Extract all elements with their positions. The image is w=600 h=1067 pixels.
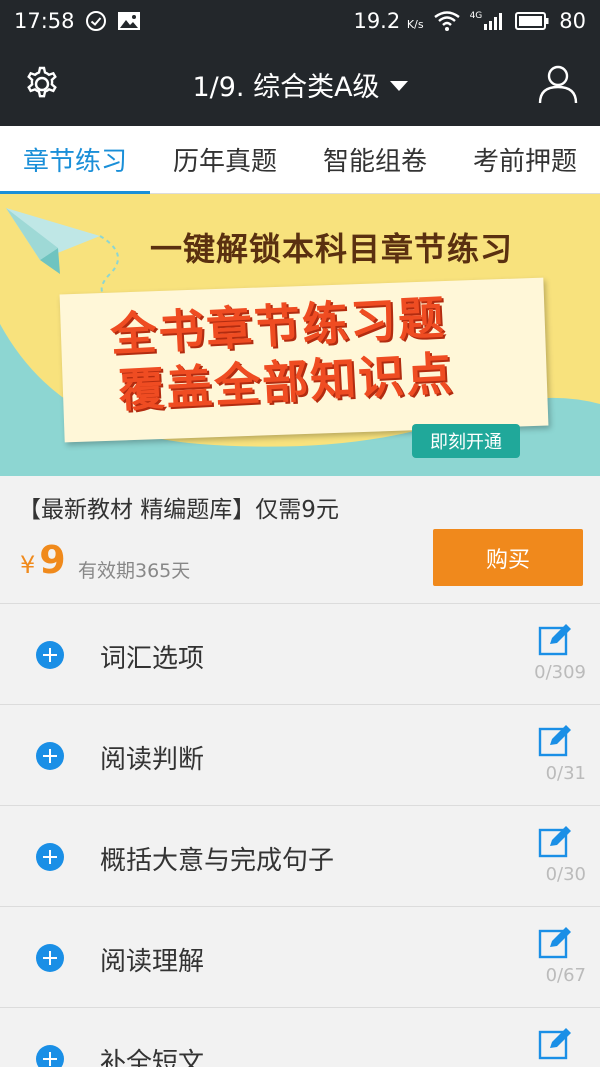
image-icon — [117, 11, 141, 31]
open-now-button[interactable]: 即刻开通 — [412, 424, 520, 458]
battery-level: 80 — [559, 9, 586, 33]
expand-plus-icon[interactable] — [36, 843, 64, 871]
list-item[interactable]: 阅读理解 0/67 — [0, 907, 600, 1008]
network-type: 4G — [469, 11, 483, 21]
expand-plus-icon[interactable] — [36, 1045, 64, 1067]
speed-unit: K/s — [406, 18, 424, 31]
banner-headline: 一键解锁本科目章节练习 — [150, 230, 514, 268]
expand-plus-icon[interactable] — [36, 944, 64, 972]
list-item[interactable]: 阅读判断 0/31 — [0, 705, 600, 806]
chapter-title: 词汇选项 — [100, 644, 205, 674]
price-symbol: ¥ — [20, 551, 36, 579]
check-circle-icon — [85, 10, 107, 32]
price-value: 9 — [39, 538, 66, 582]
speed-value: 19.2 — [353, 9, 401, 33]
tab-past-exams[interactable]: 历年真题 — [150, 126, 300, 193]
chapter-title: 补全短文 — [100, 1048, 205, 1067]
user-icon — [538, 65, 578, 104]
buy-button[interactable]: 购买 — [433, 529, 583, 586]
chapter-count: 0/309 — [534, 662, 586, 683]
expand-plus-icon[interactable] — [36, 742, 64, 770]
chapter-title: 阅读理解 — [100, 947, 205, 977]
edit-icon[interactable] — [538, 824, 574, 858]
expand-plus-icon[interactable] — [36, 641, 64, 669]
wifi-icon — [433, 11, 460, 31]
promo-text: 【最新教材 精编题库】仅需9元 — [18, 497, 339, 523]
user-button[interactable] — [534, 60, 582, 108]
tab-pre-exam[interactable]: 考前押题 — [450, 126, 600, 193]
battery-icon — [515, 12, 549, 30]
status-bar: 17:58 19.2 K/s 4G 80 — [0, 0, 600, 42]
tab-bar: 章节练习 历年真题 智能组卷 考前押题 — [0, 126, 600, 194]
chevron-down-icon — [389, 81, 408, 91]
edit-icon[interactable] — [538, 622, 574, 656]
paper-plane-icon — [6, 208, 119, 305]
tab-smart-paper[interactable]: 智能组卷 — [300, 126, 450, 193]
status-time: 17:58 — [14, 9, 75, 33]
tab-chapter-practice[interactable]: 章节练习 — [0, 126, 150, 194]
chapter-list: 词汇选项 0/309 阅读判断 0/31 概括大意与完成句子 0/30 阅读理解… — [0, 604, 600, 1067]
edit-icon[interactable] — [538, 1026, 574, 1060]
chapter-title: 阅读判断 — [100, 745, 205, 775]
chapter-count: 0/31 — [545, 763, 586, 784]
chapter-count: 0/30 — [545, 864, 586, 885]
edit-icon[interactable] — [538, 925, 574, 959]
chapter-count: 0/67 — [545, 965, 586, 986]
status-left: 17:58 — [14, 9, 141, 33]
list-item[interactable]: 补全短文 — [0, 1008, 600, 1067]
signal-icon: 4G — [470, 11, 506, 31]
price: ¥ 9 — [20, 538, 66, 582]
promo-banner[interactable]: 一键解锁本科目章节练习 全书章节练习题 覆盖全部知识点 即刻开通 — [0, 194, 600, 476]
page-title: 1/9. 综合类A级 — [192, 71, 380, 103]
network-speed: 19.2 K/s — [353, 9, 423, 33]
subject-selector[interactable]: 1/9. 综合类A级 — [0, 42, 600, 126]
purchase-section: 【最新教材 精编题库】仅需9元 ¥ 9 有效期365天 购买 — [0, 476, 600, 604]
list-item[interactable]: 词汇选项 0/309 — [0, 604, 600, 705]
chapter-title: 概括大意与完成句子 — [100, 846, 335, 876]
edit-icon[interactable] — [538, 723, 574, 757]
validity-text: 有效期365天 — [78, 560, 191, 582]
app-bar: 1/9. 综合类A级 — [0, 42, 600, 126]
status-right: 19.2 K/s 4G 80 — [353, 9, 586, 33]
list-item[interactable]: 概括大意与完成句子 0/30 — [0, 806, 600, 907]
